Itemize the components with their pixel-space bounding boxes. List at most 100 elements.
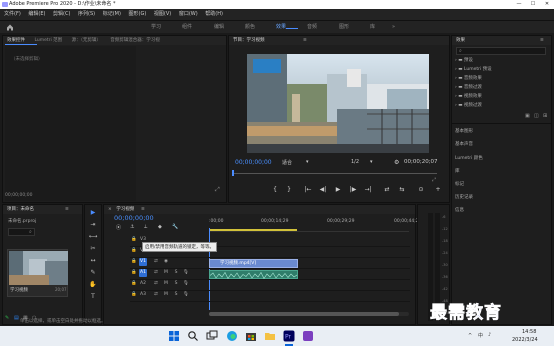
track-lock-icon[interactable]: 🔒 bbox=[130, 258, 138, 266]
button-editor-add-button[interactable]: + bbox=[433, 186, 443, 193]
step-back-button[interactable]: ◀| bbox=[318, 186, 328, 193]
new-custom-bin-icon[interactable]: ▣ bbox=[525, 113, 530, 119]
export-frame-camera-button[interactable]: ⊙ bbox=[416, 186, 426, 193]
workspace-color[interactable]: 颜色 bbox=[245, 21, 255, 34]
sync-lock-icon[interactable]: ⇄ bbox=[152, 258, 160, 266]
menu-graphics[interactable]: 图形(G) bbox=[129, 11, 147, 17]
timeline-settings-icon[interactable]: 🔧 bbox=[172, 224, 178, 230]
video-clip[interactable]: 学习视频.mp4[V] bbox=[209, 259, 298, 268]
slip-tool-icon[interactable]: ↔ bbox=[88, 256, 98, 266]
project-search-input[interactable]: ⌕ bbox=[8, 228, 35, 236]
track-label-a2[interactable]: A2 bbox=[139, 280, 147, 288]
home-icon[interactable] bbox=[6, 24, 14, 31]
panel-lumetri-color[interactable]: Lumetri 颜色 bbox=[455, 155, 483, 161]
effects-folder-video-effects[interactable]: › ▬ 视频效果 bbox=[455, 93, 482, 99]
type-tool-icon[interactable]: T bbox=[88, 292, 98, 302]
taskbar-app-icon[interactable] bbox=[302, 330, 314, 342]
effects-folder-audio-effects[interactable]: › ▬ 音频效果 bbox=[455, 75, 482, 81]
toggle-output-eye-icon[interactable]: ◉ bbox=[162, 258, 170, 266]
effects-folder-video-transitions[interactable]: › ▬ 视频过渡 bbox=[455, 102, 482, 108]
clock-date[interactable]: 2022/3/24 bbox=[512, 337, 538, 343]
workspace-editing[interactable]: 编辑 bbox=[214, 21, 224, 34]
step-forward-button[interactable]: |▶ bbox=[348, 186, 358, 193]
solo-button[interactable]: S bbox=[172, 291, 180, 299]
add-marker-icon[interactable]: ◆ bbox=[158, 224, 162, 230]
settings-wrench-icon[interactable]: ⚙ bbox=[394, 159, 399, 166]
solo-button[interactable]: S bbox=[172, 280, 180, 288]
panel-libraries[interactable]: 库 bbox=[455, 168, 460, 174]
extract-button[interactable]: ⇆ bbox=[397, 186, 407, 193]
panel-essential-graphics[interactable]: 基本图形 bbox=[455, 128, 473, 134]
workspace-overflow[interactable]: » bbox=[392, 21, 395, 34]
file-explorer-icon[interactable] bbox=[264, 330, 276, 342]
track-label-a3[interactable]: A3 bbox=[139, 291, 147, 299]
tab-effect-controls[interactable]: 效果控件 bbox=[7, 38, 25, 43]
playhead-marker[interactable] bbox=[232, 170, 234, 176]
panel-markers[interactable]: 标记 bbox=[455, 181, 464, 187]
timeline-horizontal-scrollbar[interactable] bbox=[209, 312, 409, 316]
linked-selection-icon[interactable]: ⟂ bbox=[144, 224, 147, 230]
delete-icon[interactable]: ⊞ bbox=[543, 113, 547, 119]
minimize-button[interactable]: — bbox=[512, 0, 526, 9]
go-to-in-button[interactable]: |← bbox=[303, 186, 313, 193]
project-clip-thumbnail[interactable]: 学习视频 20;07 bbox=[7, 249, 68, 297]
menu-window[interactable]: 窗口(W) bbox=[179, 11, 198, 17]
voiceover-mic-icon[interactable]: 🎙 bbox=[182, 280, 190, 288]
export-frame-icon[interactable]: ⤢ bbox=[215, 186, 220, 194]
program-export-icon[interactable]: ⤢ bbox=[432, 177, 436, 183]
effects-folder-presets[interactable]: › ▬ 预设 bbox=[455, 57, 473, 63]
go-to-out-button[interactable]: →| bbox=[363, 186, 373, 193]
track-lock-icon[interactable]: 🔒 bbox=[130, 247, 138, 255]
track-label-v1[interactable]: V1 bbox=[139, 258, 147, 266]
track-select-tool-icon[interactable]: ⇥ bbox=[88, 220, 98, 230]
new-preset-icon[interactable]: ◫ bbox=[534, 113, 539, 119]
timeline-timecode[interactable]: 00;00;00;00 bbox=[114, 214, 154, 222]
project-menu-icon[interactable]: ≡ bbox=[65, 205, 69, 214]
workspace-libraries[interactable]: 库 bbox=[370, 21, 375, 34]
timeline-menu-icon[interactable]: ≡ bbox=[141, 205, 145, 214]
program-timeline-scrub[interactable] bbox=[232, 170, 437, 176]
search-icon[interactable] bbox=[187, 330, 199, 342]
sync-lock-icon[interactable]: ⇄ bbox=[152, 291, 160, 299]
maximize-button[interactable]: ☐ bbox=[526, 0, 540, 9]
volume-icon[interactable]: ♪ bbox=[488, 332, 491, 338]
effects-folder-audio-transitions[interactable]: › ▬ 音频过渡 bbox=[455, 84, 482, 90]
mute-button[interactable]: M bbox=[162, 280, 170, 288]
effects-folder-lumetri-presets[interactable]: › ▬ Lumetri 预设 bbox=[455, 66, 492, 72]
mark-out-button[interactable]: } bbox=[284, 186, 294, 193]
workspace-learning[interactable]: 学习 bbox=[151, 21, 161, 34]
voiceover-mic-icon[interactable]: 🎙 bbox=[182, 269, 190, 277]
fit-dropdown[interactable]: 适合 bbox=[282, 159, 292, 166]
workspace-graphics[interactable]: 图形 bbox=[339, 21, 349, 34]
ripple-edit-tool-icon[interactable]: ⟷ bbox=[88, 232, 98, 242]
clock-time[interactable]: 14:58 bbox=[522, 329, 536, 335]
menu-edit[interactable]: 编辑(E) bbox=[28, 11, 45, 17]
nest-toggle-icon[interactable]: ⦿ bbox=[116, 224, 121, 231]
snap-icon[interactable]: ⚓ bbox=[130, 224, 134, 230]
menu-file[interactable]: 文件(F) bbox=[4, 11, 21, 17]
mute-button[interactable]: M bbox=[162, 291, 170, 299]
menu-help[interactable]: 帮助(H) bbox=[205, 11, 223, 17]
panel-history[interactable]: 历史记录 bbox=[455, 194, 473, 200]
hand-tool-icon[interactable]: ✋ bbox=[88, 280, 98, 290]
track-lock-icon[interactable]: 🔒 bbox=[130, 291, 138, 299]
resolution-chevron-icon[interactable]: ▾ bbox=[370, 159, 373, 165]
workspace-audio[interactable]: 音频 bbox=[307, 21, 317, 34]
lift-button[interactable]: ⇄ bbox=[382, 186, 392, 193]
edge-browser-icon[interactable] bbox=[226, 330, 238, 342]
menu-markers[interactable]: 标记(M) bbox=[103, 11, 121, 17]
resolution-dropdown[interactable]: 1/2 bbox=[351, 159, 359, 165]
audio-clip[interactable] bbox=[209, 270, 298, 280]
solo-button[interactable]: S bbox=[172, 269, 180, 277]
menu-sequence[interactable]: 序列(S) bbox=[78, 11, 95, 17]
pen-tool-icon[interactable]: ✎ bbox=[88, 268, 98, 278]
premiere-taskbar-icon[interactable]: Pr bbox=[283, 330, 295, 342]
timeline-ruler[interactable]: :00;00 00;00;14;29 00;00;29;29 00;00;44;… bbox=[209, 214, 421, 232]
razor-tool-icon[interactable]: ✂ bbox=[88, 244, 98, 254]
menu-view[interactable]: 视图(V) bbox=[154, 11, 171, 17]
selection-tool-icon[interactable]: ▶ bbox=[88, 208, 98, 218]
microsoft-store-icon[interactable] bbox=[245, 330, 257, 342]
fit-dropdown-chevron-icon[interactable]: ▾ bbox=[306, 159, 309, 165]
mute-button[interactable]: M bbox=[162, 269, 170, 277]
track-lock-icon[interactable]: 🔒 bbox=[130, 236, 138, 244]
